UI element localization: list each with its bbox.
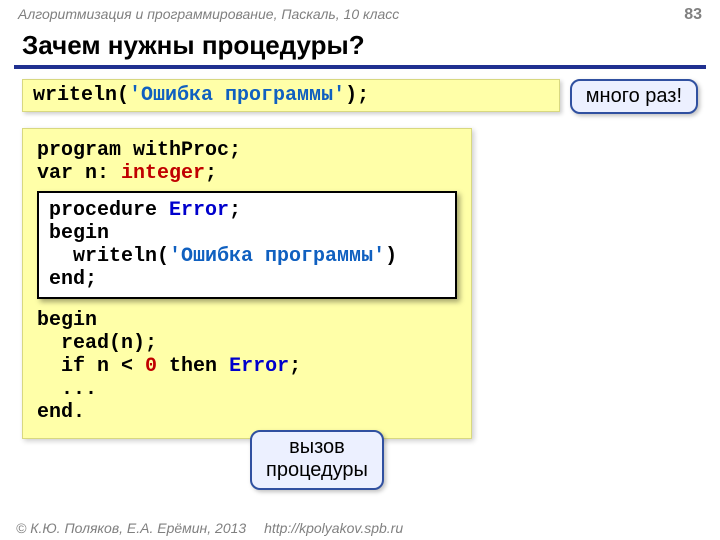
copyright: © К.Ю. Поляков, Е.А. Ерёмин, 2013 — [16, 520, 246, 536]
course-label: Алгоритмизация и программирование, Паска… — [18, 6, 399, 24]
title-rule — [14, 65, 706, 69]
page-title: Зачем нужны процедуры? — [0, 26, 720, 63]
callout-procedure-call: вызов процедуры — [250, 430, 384, 490]
footer-url: http://kpolyakov.spb.ru — [264, 520, 403, 536]
string-literal: 'Ошибка программы' — [129, 84, 345, 107]
callout-many-times: много раз! — [570, 79, 698, 114]
page-number: 83 — [684, 6, 702, 24]
footer: © К.Ю. Поляков, Е.А. Ерёмин, 2013 http:/… — [16, 520, 403, 536]
code-snippet: writeln('Ошибка программы'); — [22, 79, 560, 112]
writeln-kw: writeln — [33, 84, 117, 107]
program-block: program withProc; var n: integer; proced… — [22, 128, 472, 439]
procedure-box: procedure Error; begin writeln('Ошибка п… — [37, 191, 457, 299]
